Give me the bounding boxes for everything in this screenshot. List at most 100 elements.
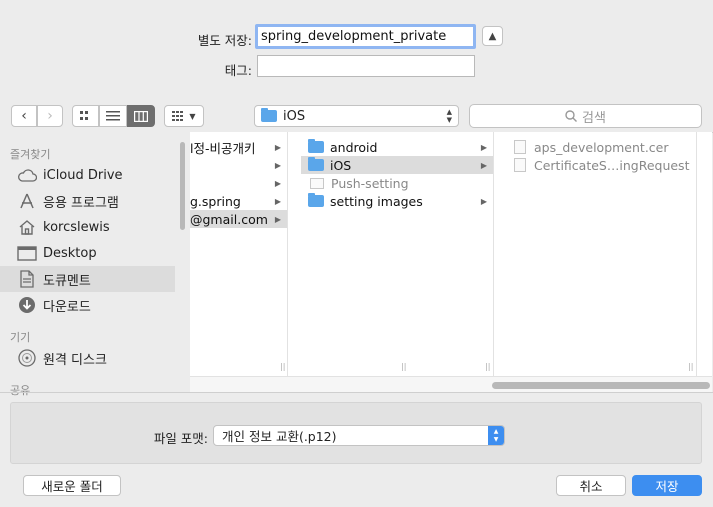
new-folder-button[interactable]: 새로운 폴더 — [23, 475, 121, 496]
expand-dialog-button[interactable]: ▲ — [482, 26, 503, 46]
horizontal-scroll-track — [190, 376, 712, 392]
search-placeholder: 검색 — [582, 110, 606, 126]
list-item: CertificateS…ingRequest — [507, 156, 697, 174]
sidebar-item-label: 응용 프로그램 — [43, 195, 119, 211]
sidebar-item-applications[interactable]: 응용 프로그램 — [0, 188, 175, 214]
sidebar: 즐겨찾기 iCloud Drive 응용 프로그램 korcslewis Des… — [0, 132, 190, 397]
desktop-icon — [17, 244, 37, 262]
folder-icon — [261, 108, 277, 122]
sidebar-item-icloud-drive[interactable]: iCloud Drive — [0, 162, 175, 188]
list-item[interactable]: @gmail.com ▶ — [190, 210, 287, 228]
chevron-up-icon: ▲ — [488, 30, 497, 42]
downloads-icon — [17, 296, 37, 314]
column-browser: l정-비공개키 ▶ ▶ ▶ g.spring ▶ @gmail.com ▶ ||… — [190, 132, 712, 392]
disclosure-arrow-icon: ▶ — [274, 142, 281, 152]
documents-icon — [17, 270, 37, 288]
save-button[interactable]: 저장 — [632, 475, 702, 496]
list-item[interactable]: g.spring ▶ — [190, 192, 287, 210]
chevron-left-icon: ‹ — [21, 108, 27, 124]
tags-label: 태그: — [224, 63, 252, 78]
disclosure-arrow-icon: ▶ — [480, 196, 487, 206]
horizontal-scrollbar[interactable] — [492, 382, 710, 389]
list-item-label: CertificateS…ingRequest — [534, 157, 690, 173]
list-item[interactable]: ▶ — [190, 156, 287, 174]
format-select[interactable]: 개인 정보 교환(.p12) ▲ ▼ — [213, 425, 505, 446]
column-2: android ▶ iOS ▶ Push-setting setting ima… — [301, 132, 494, 376]
columns-icon — [134, 110, 148, 122]
favorites-header: 즐겨찾기 — [10, 148, 51, 161]
cancel-button[interactable]: 취소 — [556, 475, 626, 496]
column-resize-handle[interactable]: || — [688, 362, 693, 371]
tags-input[interactable] — [257, 55, 475, 77]
folder-icon — [308, 193, 324, 207]
list-item-label: iOS — [330, 157, 352, 173]
list-item[interactable]: setting images ▶ — [301, 192, 493, 210]
sidebar-item-label: 원격 디스크 — [43, 352, 107, 368]
list-item: aps_development.cer — [507, 138, 697, 156]
sidebar-item-label: iCloud Drive — [43, 167, 123, 183]
location-label: iOS — [283, 108, 306, 124]
list-item-label: @gmail.com — [190, 211, 268, 227]
list-item[interactable]: l정-비공개키 ▶ — [190, 138, 287, 156]
disclosure-arrow-icon: ▶ — [274, 214, 281, 224]
search-field[interactable]: 검색 — [469, 104, 702, 128]
sidebar-item-label: 도큐멘트 — [43, 273, 91, 289]
list-item-label: l정-비공개키 — [190, 140, 256, 156]
back-button[interactable]: ‹ — [11, 105, 37, 127]
list-item: Push-setting — [301, 174, 493, 192]
updown-arrows-icon: ▲ ▼ — [446, 108, 452, 124]
save-as-input[interactable] — [255, 24, 476, 49]
column-1: l정-비공개키 ▶ ▶ ▶ g.spring ▶ @gmail.com ▶ || — [190, 132, 288, 376]
home-icon — [17, 218, 37, 236]
save-as-label: 별도 저장: — [197, 33, 252, 48]
format-label: 파일 포맷: — [153, 431, 208, 446]
disc-icon — [17, 349, 37, 367]
browser-divider — [0, 392, 713, 393]
arrange-icon — [172, 111, 184, 121]
sidebar-item-label: Desktop — [43, 245, 97, 261]
arrange-button[interactable]: ▼ — [164, 105, 204, 127]
devices-header: 기기 — [10, 331, 31, 344]
folder-icon — [308, 157, 324, 171]
location-popup[interactable]: iOS ▲ ▼ — [254, 105, 459, 127]
column-resize-handle[interactable]: || — [280, 362, 285, 371]
column-3: aps_development.cer CertificateS…ingRequ… — [507, 132, 697, 376]
sidebar-item-label: korcslewis — [43, 219, 110, 235]
sidebar-item-downloads[interactable]: 다운로드 — [0, 292, 175, 318]
list-item-label: setting images — [330, 193, 423, 209]
list-item-label: Push-setting — [331, 175, 409, 191]
sidebar-item-documents[interactable]: 도큐멘트 — [0, 266, 175, 292]
sidebar-item-remote-disc[interactable]: 원격 디스크 — [0, 345, 175, 371]
list-item[interactable]: ▶ — [190, 174, 287, 192]
view-columns-button[interactable] — [127, 105, 155, 127]
search-icon — [565, 110, 578, 122]
list-item[interactable]: android ▶ — [301, 138, 493, 156]
sidebar-item-home[interactable]: korcslewis — [0, 214, 175, 240]
file-icon — [514, 158, 526, 172]
format-value: 개인 정보 교환(.p12) — [222, 429, 337, 444]
folder-icon — [308, 139, 324, 153]
disclosure-arrow-icon: ▶ — [480, 160, 487, 170]
forward-button[interactable]: › — [37, 105, 63, 127]
view-icons-button[interactable] — [72, 105, 99, 127]
applications-icon — [17, 192, 37, 210]
grid-icon — [79, 111, 88, 120]
list-item-label: aps_development.cer — [534, 139, 669, 155]
file-icon — [310, 177, 324, 189]
view-list-button[interactable] — [99, 105, 127, 127]
sidebar-item-desktop[interactable]: Desktop — [0, 240, 175, 266]
sidebar-item-label: 다운로드 — [43, 299, 91, 315]
list-item-label: android — [330, 139, 378, 155]
updown-arrows-icon: ▲ ▼ — [488, 426, 504, 445]
sidebar-scrollbar[interactable] — [180, 142, 185, 230]
list-icon — [106, 111, 120, 121]
file-icon — [514, 140, 526, 154]
list-item-label: g.spring — [190, 193, 241, 209]
disclosure-arrow-icon: ▶ — [480, 142, 487, 152]
chevron-right-icon: › — [47, 108, 53, 124]
column-resize-handle[interactable]: || — [401, 362, 406, 371]
column-resize-handle[interactable]: || — [485, 362, 490, 371]
shared-header: 공유 — [10, 384, 31, 397]
list-item[interactable]: iOS ▶ — [301, 156, 493, 174]
disclosure-arrow-icon: ▶ — [274, 178, 281, 188]
